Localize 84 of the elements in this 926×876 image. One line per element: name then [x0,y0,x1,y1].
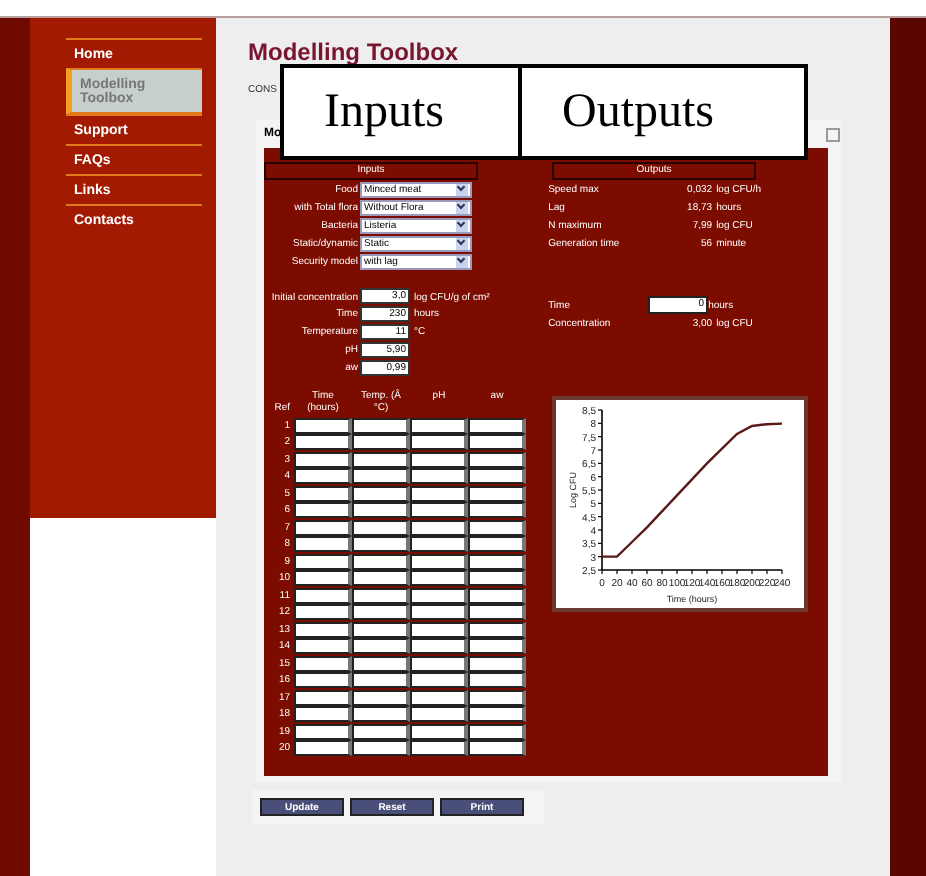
input-field[interactable] [468,502,526,518]
input-field[interactable] [294,740,352,756]
input-field[interactable] [468,672,526,688]
annotation-label: Inputs [280,64,522,160]
input-field[interactable] [352,502,410,518]
input-field[interactable] [468,570,526,586]
input-field[interactable] [352,672,410,688]
input-field[interactable] [352,468,410,484]
input-field[interactable] [294,706,352,722]
input-field[interactable] [410,451,468,467]
input-field[interactable] [468,485,526,501]
input-field[interactable] [352,451,410,467]
input-field[interactable] [410,604,468,620]
input-field[interactable] [294,672,352,688]
input-field[interactable] [410,706,468,722]
input-field[interactable] [468,451,526,467]
page-title: Modelling Toolbox [248,38,461,66]
input-field[interactable] [410,621,468,637]
annotation-label: Outputs [518,64,808,160]
input-field[interactable] [410,485,468,501]
input-field[interactable] [352,621,410,637]
input-field[interactable] [352,638,410,654]
input-field[interactable] [352,723,410,739]
input-field[interactable] [468,604,526,620]
input-field[interactable] [352,485,410,501]
input-field[interactable] [410,740,468,756]
input-field[interactable] [410,536,468,552]
input-field[interactable] [468,706,526,722]
input-field[interactable] [352,536,410,552]
input-field[interactable] [410,689,468,705]
input-field[interactable] [294,553,352,569]
input-field[interactable] [410,672,468,688]
input-field[interactable] [352,434,410,450]
input-field[interactable] [294,655,352,671]
input-field[interactable] [294,417,352,433]
input-field[interactable] [468,587,526,603]
input-field[interactable] [294,502,352,518]
input-field[interactable] [468,468,526,484]
input-field[interactable] [352,689,410,705]
input-field[interactable] [352,519,410,535]
input-field[interactable] [468,417,526,433]
input-field[interactable] [294,519,352,535]
input-field[interactable] [410,468,468,484]
input-field[interactable] [468,655,526,671]
input-field[interactable] [410,587,468,603]
input-field[interactable] [468,723,526,739]
input-field[interactable] [410,502,468,518]
input-field[interactable] [468,536,526,552]
close-icon[interactable] [826,127,840,141]
input-field[interactable] [294,723,352,739]
input-field[interactable] [294,468,352,484]
input-field[interactable] [352,587,410,603]
input-field[interactable] [294,570,352,586]
input-field[interactable] [468,519,526,535]
input-field[interactable] [352,655,410,671]
input-field[interactable] [294,621,352,637]
input-field[interactable] [468,689,526,705]
input-field[interactable] [468,434,526,450]
input-field[interactable] [410,417,468,433]
input-field[interactable] [294,434,352,450]
input-field[interactable] [352,553,410,569]
input-field[interactable] [468,638,526,654]
input-field[interactable] [294,451,352,467]
input-field[interactable] [294,536,352,552]
input-field[interactable] [294,485,352,501]
input-field[interactable] [410,434,468,450]
input-field[interactable] [468,740,526,756]
input-field[interactable] [352,570,410,586]
input-field[interactable] [410,570,468,586]
input-field[interactable] [410,723,468,739]
input-field[interactable] [352,706,410,722]
input-field[interactable] [410,553,468,569]
input-field[interactable] [294,604,352,620]
input-field[interactable] [410,655,468,671]
input-field[interactable] [352,604,410,620]
input-field[interactable] [294,638,352,654]
input-field[interactable] [294,587,352,603]
input-field[interactable] [468,553,526,569]
input-field[interactable] [468,621,526,637]
input-field[interactable] [352,417,410,433]
input-field[interactable] [294,689,352,705]
input-field[interactable] [410,519,468,535]
input-field[interactable] [352,740,410,756]
input-field[interactable] [410,638,468,654]
